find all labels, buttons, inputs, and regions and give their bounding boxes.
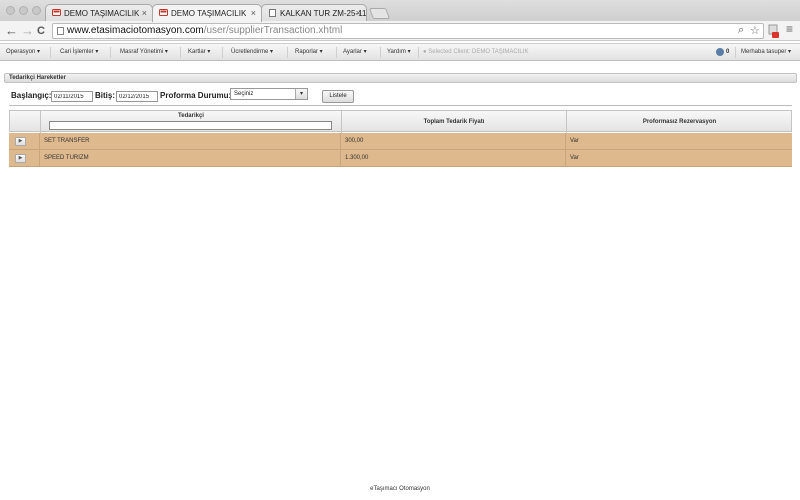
menu-raporlar[interactable]: Raporlar ▾ <box>291 44 327 61</box>
tab-title: DEMO TAŞIMACILIK <box>171 9 247 18</box>
user-menu[interactable]: Merhaba tasuper ▾ <box>737 44 795 61</box>
page-icon <box>57 27 64 35</box>
column-header-total-price[interactable]: Toplam Tedarik Fiyatı <box>342 111 566 133</box>
browser-toolbar: ← → C www.etasimaciotomasyon.com/user/su… <box>0 21 800 41</box>
menu-yardim[interactable]: Yardım ▾ <box>383 44 415 61</box>
close-tab-icon[interactable]: × <box>142 8 147 18</box>
zoom-window-icon[interactable] <box>32 6 41 15</box>
minimize-window-icon[interactable] <box>19 6 28 15</box>
menu-masraf-yonetimi[interactable]: Masraf Yönetimi ▾ <box>116 44 172 61</box>
list-button[interactable]: Listele <box>322 90 354 103</box>
tab-title: KALKAN TUR ZM-25-11-2 <box>280 9 367 18</box>
reload-icon[interactable]: C <box>37 23 45 39</box>
search-icon[interactable]: ⌕ <box>738 24 744 37</box>
browser-tab-2[interactable]: DEMO TAŞIMACILIK × <box>152 4 262 22</box>
close-window-icon[interactable] <box>6 6 15 15</box>
notification-count: 0 <box>726 49 730 55</box>
column-header-no-proforma[interactable]: Proformasız Rezervasyon <box>567 111 792 133</box>
bus-icon <box>159 9 168 16</box>
no-proforma-cell: Var <box>570 138 579 144</box>
supplier-filter-input[interactable] <box>49 121 332 130</box>
select-value: Seçiniz <box>234 91 254 97</box>
chevron-down-icon: ▾ <box>295 89 307 99</box>
start-date-input[interactable] <box>51 91 93 102</box>
supplier-cell: SPEED TURIZM <box>44 155 89 161</box>
start-date-label: Başlangıç: <box>11 91 52 100</box>
end-date-label: Bitiş: <box>95 91 115 100</box>
menu-operasyon[interactable]: Operasyon ▾ <box>2 44 44 61</box>
forward-arrow-icon[interactable]: → <box>21 23 34 39</box>
bus-icon <box>52 9 61 16</box>
document-icon <box>269 9 276 17</box>
menu-ucretlendirme[interactable]: Ücretlendirme ▾ <box>227 44 277 61</box>
browser-tab-bar: DEMO TAŞIMACILIK × DEMO TAŞIMACILIK × KA… <box>0 0 800 22</box>
proforma-status-select[interactable]: Seçiniz ▾ <box>230 88 308 100</box>
close-tab-icon[interactable]: × <box>356 8 361 18</box>
divider <box>9 105 792 106</box>
footer-text: eTaşımacı Otomasyon <box>370 486 430 492</box>
table-row[interactable]: ▶ SET TRANSFER 300,00 Var <box>9 133 792 150</box>
end-date-input[interactable] <box>116 91 158 102</box>
address-bar[interactable]: www.etasimaciotomasyon.com/user/supplier… <box>52 23 764 39</box>
expand-row-icon[interactable]: ▶ <box>15 154 26 163</box>
table-row[interactable]: ▶ SPEED TURIZM 1.300,00 Var <box>9 150 792 167</box>
back-arrow-icon[interactable]: ← <box>5 23 18 39</box>
menu-kartlar[interactable]: Kartlar ▾ <box>184 44 214 61</box>
url-path: /user/supplierTransaction.xhtml <box>203 25 343 36</box>
total-price-cell: 300,00 <box>345 138 364 144</box>
table-header: Tedarikçi Toplam Tedarik Fiyatı Proforma… <box>9 110 792 133</box>
proforma-status-label: Proforma Durumu: <box>160 91 232 100</box>
supplier-cell: SET TRANSFER <box>44 138 90 144</box>
expand-row-icon[interactable]: ▶ <box>15 137 26 146</box>
close-tab-icon[interactable]: × <box>251 8 256 18</box>
url-host: www.etasimaciotomasyon.com <box>67 25 204 36</box>
menu-cari-islemler[interactable]: Cari İşlemler ▾ <box>56 44 102 61</box>
selected-client: ● Selected Client: DEMO TAŞIMACILIK <box>423 49 529 55</box>
menu-ayarlar[interactable]: Ayarlar ▾ <box>339 44 371 61</box>
star-icon[interactable]: ☆ <box>750 24 760 37</box>
menu-icon[interactable]: ≡ <box>786 22 793 36</box>
browser-tab-1[interactable]: DEMO TAŞIMACILIK × <box>45 4 153 21</box>
no-proforma-cell: Var <box>570 155 579 161</box>
tab-title: DEMO TAŞIMACILIK <box>64 9 140 18</box>
extension-icon[interactable] <box>768 24 779 38</box>
browser-tab-3[interactable]: KALKAN TUR ZM-25-11-2 × <box>261 4 367 21</box>
new-tab-button[interactable] <box>368 8 391 19</box>
panel-title: Tedarikçi Hareketler <box>4 73 797 83</box>
app-menu-bar: Operasyon ▾ Cari İşlemler ▾ Masraf Yönet… <box>0 43 800 61</box>
total-price-cell: 1.300,00 <box>345 155 369 161</box>
